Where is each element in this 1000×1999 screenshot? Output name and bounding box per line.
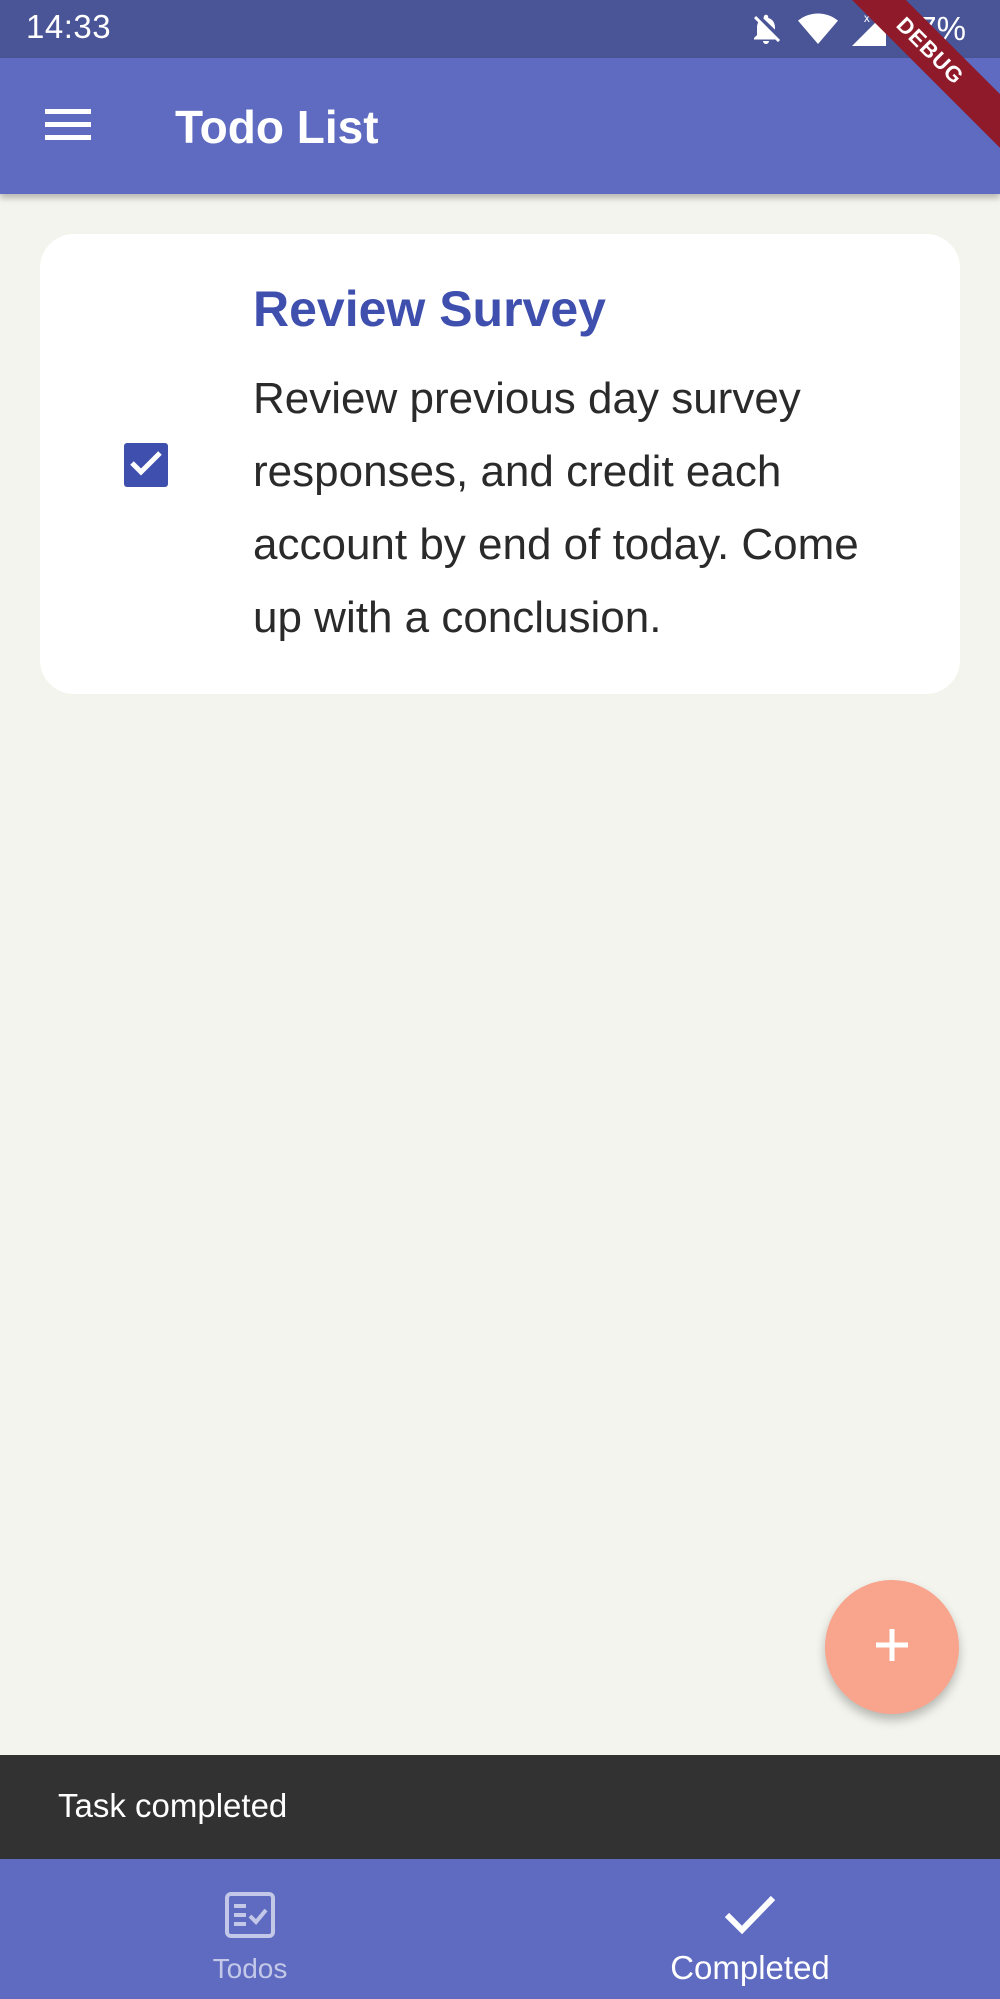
todo-title: Review Survey bbox=[253, 281, 606, 337]
add-todo-button[interactable] bbox=[825, 1580, 959, 1714]
bottom-navigation: Todos Completed bbox=[0, 1859, 1000, 1999]
nav-item-completed[interactable]: Completed bbox=[500, 1859, 1000, 1999]
check-icon bbox=[722, 1887, 778, 1943]
nav-label-todos: Todos bbox=[212, 1953, 288, 1984]
snackbar-message: Task completed bbox=[58, 1787, 288, 1824]
wifi-icon bbox=[797, 11, 838, 47]
checklist-icon bbox=[222, 1887, 278, 1943]
page-title: Todo List bbox=[175, 101, 379, 153]
add-icon bbox=[872, 1625, 912, 1670]
snackbar: Task completed bbox=[0, 1755, 1000, 1859]
menu-button[interactable] bbox=[28, 92, 108, 162]
status-time: 14:33 bbox=[26, 8, 112, 45]
checkmark-icon bbox=[129, 449, 163, 482]
menu-icon bbox=[45, 108, 91, 147]
todo-description: Review previous day survey responses, an… bbox=[253, 374, 859, 642]
todo-checkbox[interactable] bbox=[124, 443, 168, 487]
app-bar: Todo List bbox=[0, 58, 1000, 194]
status-bar: 14:33 x 67% bbox=[0, 0, 1000, 58]
nav-label-completed: Completed bbox=[670, 1949, 830, 1986]
notifications-off-icon bbox=[748, 11, 784, 47]
nav-item-todos[interactable]: Todos bbox=[0, 1859, 500, 1999]
